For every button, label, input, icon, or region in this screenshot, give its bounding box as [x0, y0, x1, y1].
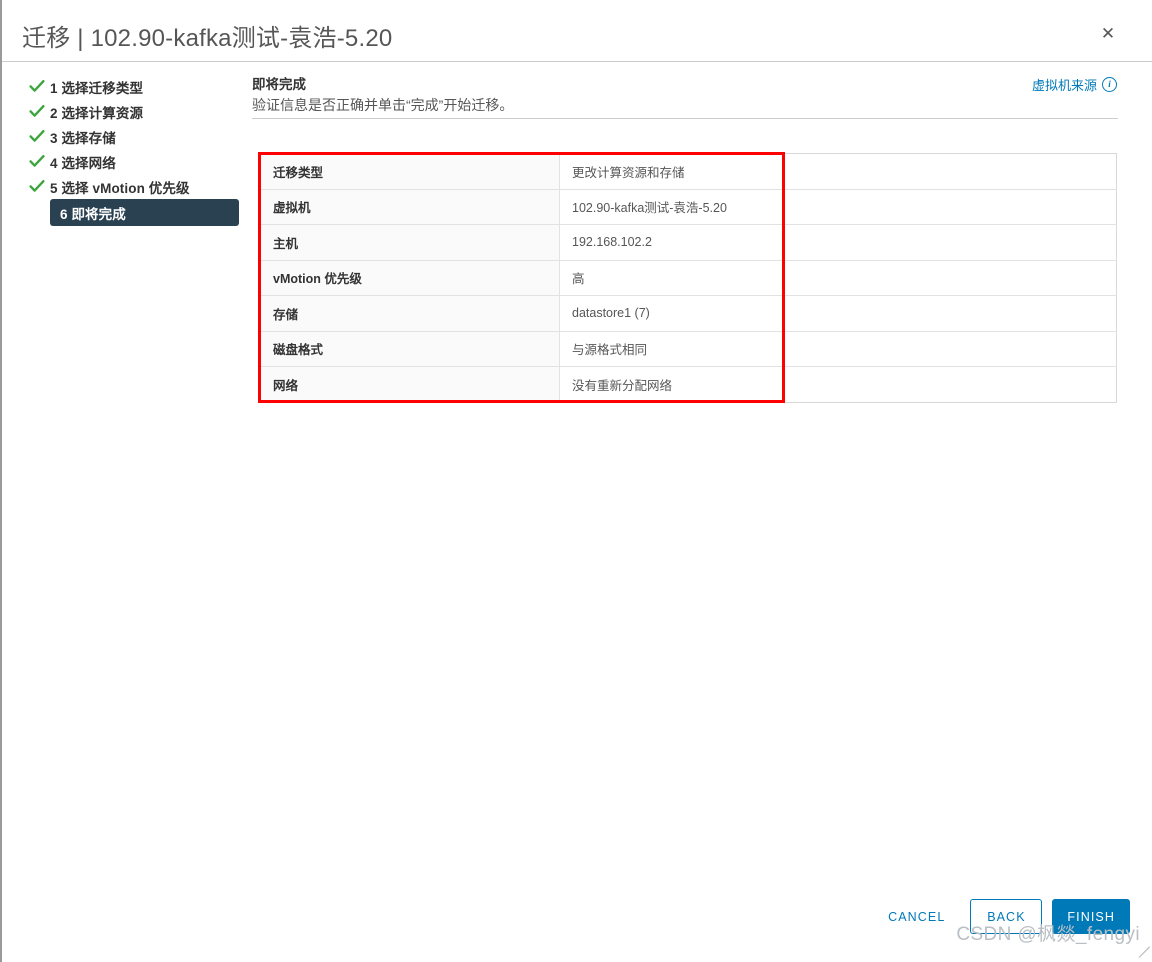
sidebar-step-1-label: 1 选择迁移类型	[50, 80, 144, 96]
table-row: 磁盘格式 与源格式相同	[260, 331, 1117, 367]
info-icon[interactable]: i	[1102, 77, 1117, 92]
check-icon	[28, 152, 46, 170]
resize-grip[interactable]	[1137, 946, 1151, 959]
dialog-title-bar: 迁移 | 102.90-kafka测试-袁浩-5.20 ✕	[2, 0, 1152, 62]
migration-wizard-dialog: 迁移 | 102.90-kafka测试-袁浩-5.20 ✕ 1 选择迁移类型 2…	[0, 0, 1152, 962]
check-icon	[28, 102, 46, 120]
migration-summary-table: 迁移类型 更改计算资源和存储 虚拟机 102.90-kafka测试-袁浩-5.2…	[260, 153, 1117, 403]
page-subtitle: 验证信息是否正确并单击“完成”开始迁移。	[252, 97, 514, 113]
row-value: 192.168.102.2	[559, 224, 1117, 261]
row-value: 102.90-kafka测试-袁浩-5.20	[559, 189, 1117, 225]
cancel-button[interactable]: CANCEL	[873, 899, 960, 934]
table-row: 迁移类型 更改计算资源和存储	[260, 153, 1117, 190]
sidebar-step-1[interactable]: 1 选择迁移类型	[28, 74, 238, 99]
row-label: 网络	[260, 366, 560, 402]
header-divider	[252, 118, 1118, 119]
row-value: datastore1 (7)	[559, 295, 1117, 332]
wizard-main-panel: 即将完成 验证信息是否正确并单击“完成”开始迁移。 虚拟机来源 i 迁移类型 更…	[250, 62, 1152, 892]
wizard-step-list: 1 选择迁移类型 2 选择计算资源 3 选择存储 4 选择网络 5 选择 vMo…	[2, 62, 250, 892]
row-value: 与源格式相同	[559, 331, 1117, 367]
row-label: 虚拟机	[260, 189, 560, 225]
row-label: 磁盘格式	[260, 331, 560, 367]
sidebar-step-6-label: 6 即将完成	[60, 206, 126, 222]
vm-source-link-label: 虚拟机来源	[1031, 78, 1097, 93]
table-row: 主机 192.168.102.2	[260, 224, 1117, 261]
row-label: 主机	[260, 224, 560, 261]
summary-table-wrapper: 迁移类型 更改计算资源和存储 虚拟机 102.90-kafka测试-袁浩-5.2…	[260, 153, 1117, 403]
table-row: 存储 datastore1 (7)	[260, 295, 1117, 332]
page-title: 即将完成	[252, 77, 306, 92]
sidebar-step-4[interactable]: 4 选择网络	[28, 149, 238, 174]
sidebar-step-5[interactable]: 5 选择 vMotion 优先级	[28, 174, 238, 199]
row-value: 高	[559, 260, 1117, 296]
dialog-title: 迁移 | 102.90-kafka测试-袁浩-5.20	[22, 25, 393, 52]
sidebar-step-4-label: 4 选择网络	[50, 155, 116, 171]
table-row: 网络 没有重新分配网络	[260, 366, 1117, 402]
vm-source-link[interactable]: 虚拟机来源 i	[1032, 75, 1117, 94]
check-icon	[28, 127, 46, 145]
row-label: vMotion 优先级	[260, 260, 560, 296]
row-value: 没有重新分配网络	[559, 366, 1117, 402]
row-label: 存储	[260, 295, 560, 332]
sidebar-step-6[interactable]: 6 即将完成	[50, 199, 239, 226]
close-icon[interactable]: ✕	[1098, 24, 1118, 44]
row-value: 更改计算资源和存储	[559, 153, 1117, 190]
row-label: 迁移类型	[260, 153, 560, 190]
check-icon	[28, 177, 46, 195]
sidebar-step-2-label: 2 选择计算资源	[50, 105, 144, 121]
table-row: 虚拟机 102.90-kafka测试-袁浩-5.20	[260, 189, 1117, 225]
table-row: vMotion 优先级 高	[260, 260, 1117, 296]
sidebar-step-3[interactable]: 3 选择存储	[28, 124, 238, 149]
csdn-watermark: CSDN @枫燚_fengyi	[956, 924, 1140, 945]
sidebar-step-5-label: 5 选择 vMotion 优先级	[50, 180, 190, 196]
sidebar-step-2[interactable]: 2 选择计算资源	[28, 99, 238, 124]
check-icon	[28, 77, 46, 95]
sidebar-step-3-label: 3 选择存储	[50, 130, 116, 146]
